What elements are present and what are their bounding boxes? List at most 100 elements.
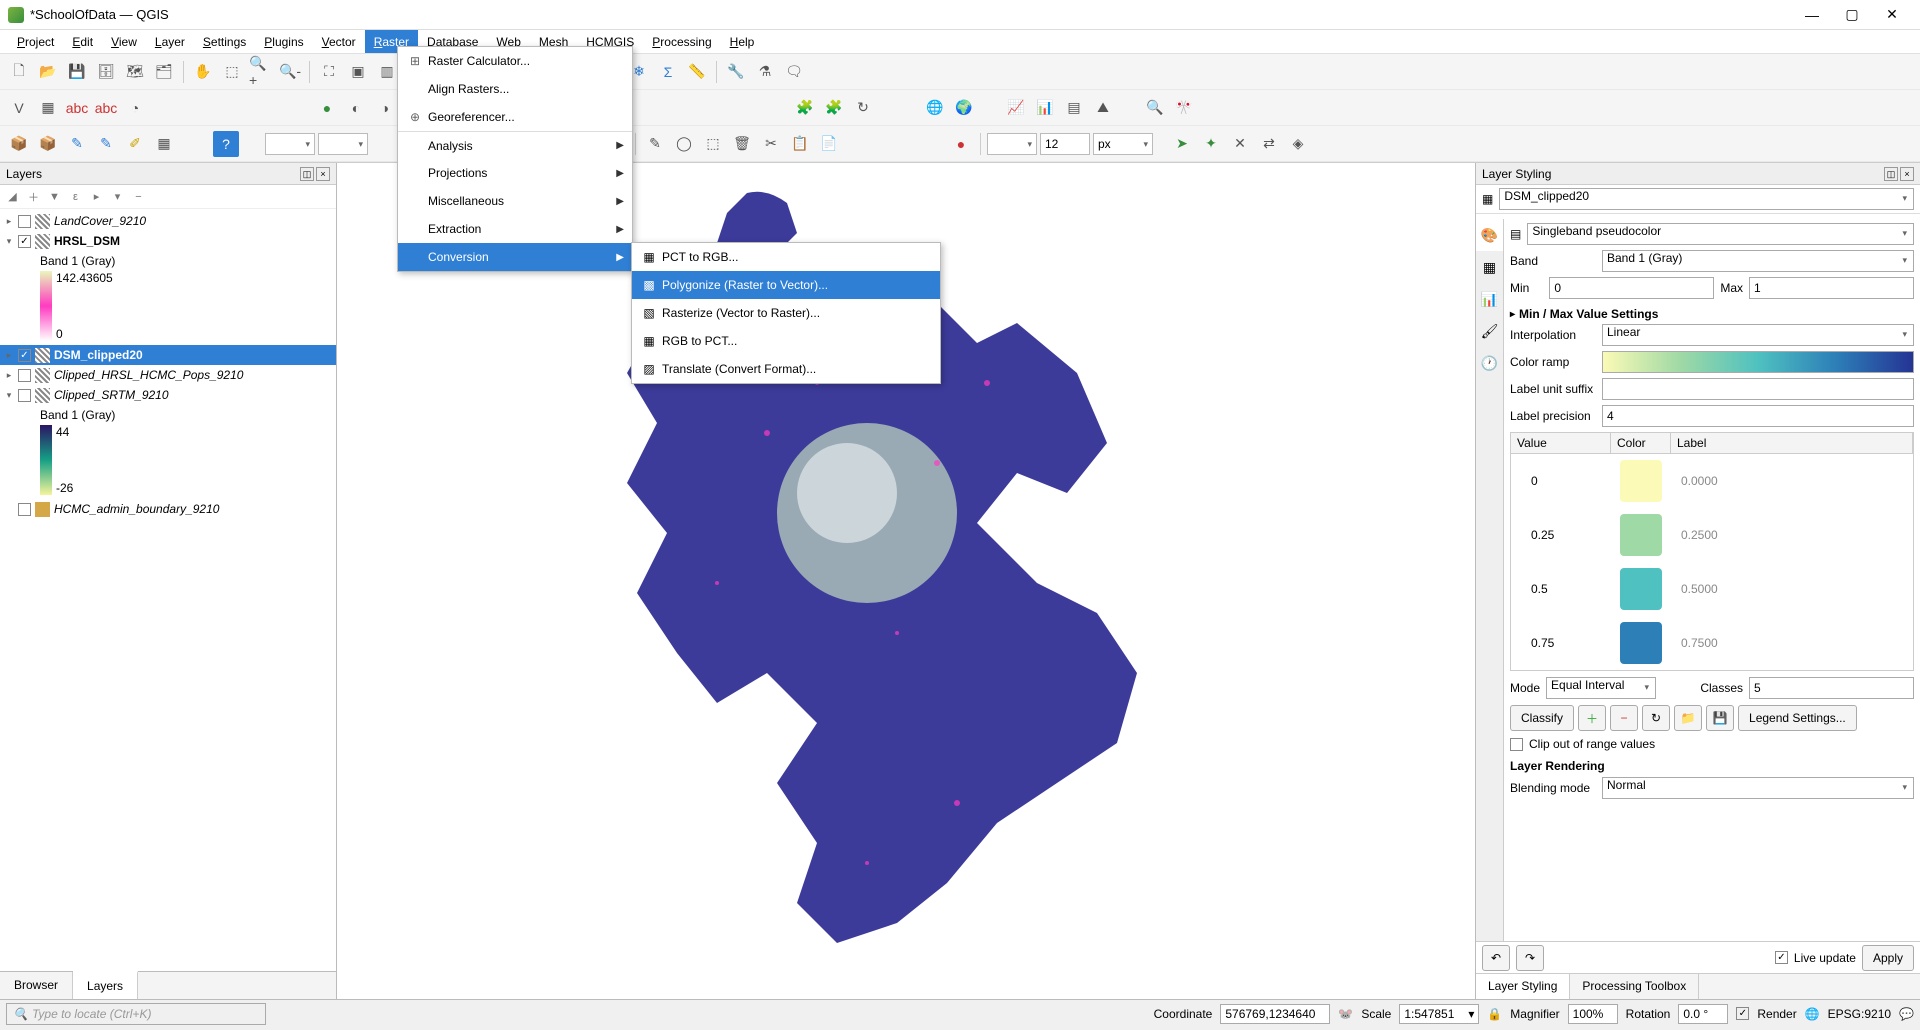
- min-input[interactable]: [1549, 277, 1714, 299]
- ramp-combo[interactable]: ▾: [1602, 351, 1914, 373]
- lt-collapse-icon[interactable]: ▾: [109, 188, 126, 205]
- pan-selection-icon[interactable]: ⬚: [219, 59, 245, 85]
- panel-close-icon[interactable]: ×: [316, 167, 330, 181]
- del-feat-icon[interactable]: 🗑: [729, 131, 755, 157]
- color-row[interactable]: 0.750.7500: [1511, 616, 1913, 670]
- label-icon[interactable]: abc: [64, 95, 90, 121]
- tab-layers[interactable]: Layers: [73, 971, 138, 999]
- menu-view[interactable]: View: [102, 30, 146, 53]
- menu-layer[interactable]: Layer: [146, 30, 194, 53]
- plugin1-icon[interactable]: 🧩: [792, 95, 818, 121]
- more-icon[interactable]: ▦: [151, 131, 177, 157]
- tab-layer-styling[interactable]: Layer Styling: [1476, 974, 1570, 999]
- conversion-pct-to-rgb-[interactable]: ▦PCT to RGB...: [632, 243, 940, 271]
- globe2-icon[interactable]: 🌍: [951, 95, 977, 121]
- menu-plugins[interactable]: Plugins: [255, 30, 312, 53]
- save-style-icon[interactable]: 💾: [1706, 705, 1734, 731]
- snap-num-input[interactable]: [1040, 133, 1090, 155]
- raster-menu-align-rasters-[interactable]: Align Rasters...: [398, 75, 632, 103]
- scale-combo[interactable]: 1:547851▾: [1399, 1004, 1479, 1024]
- crs-icon[interactable]: 🌐: [1805, 1007, 1820, 1021]
- styling-undock-icon[interactable]: ◫: [1884, 167, 1898, 181]
- layer-Clipped_SRTM_9210[interactable]: ▾Clipped_SRTM_9210: [0, 385, 336, 405]
- close-button[interactable]: ✕: [1872, 1, 1912, 29]
- combo2[interactable]: [318, 133, 368, 155]
- render-checkbox[interactable]: ✓: [1736, 1007, 1749, 1020]
- folder-icon[interactable]: 📁: [1674, 705, 1702, 731]
- locator-input[interactable]: 🔍 Type to locate (Ctrl+K): [6, 1003, 266, 1025]
- mode-combo[interactable]: Equal Interval: [1546, 677, 1656, 699]
- raster-menu-extraction[interactable]: Extraction▶: [398, 215, 632, 243]
- open-project-icon[interactable]: 📂: [35, 59, 61, 85]
- layer-DSM_clipped20[interactable]: ▸✓DSM_clipped20: [0, 345, 336, 365]
- save-as-icon[interactable]: 🗄: [93, 59, 119, 85]
- raster-menu-raster-calculator-[interactable]: ⊞Raster Calculator...: [398, 47, 632, 75]
- zoom-out-icon[interactable]: 🔍-: [277, 59, 303, 85]
- pencil1-icon[interactable]: ✎: [64, 131, 90, 157]
- cube1-icon[interactable]: 📦: [6, 131, 32, 157]
- reload-icon[interactable]: ↻: [1642, 705, 1670, 731]
- layer-Clipped_HRSL_HCMC_Pops_9210[interactable]: ▸Clipped_HRSL_HCMC_Pops_9210: [0, 365, 336, 385]
- tab-browser[interactable]: Browser: [0, 972, 73, 999]
- gps2-icon[interactable]: ✦: [1198, 131, 1224, 157]
- plugin3-icon[interactable]: ↻: [850, 95, 876, 121]
- lt-filter-icon[interactable]: ▼: [46, 188, 63, 205]
- extent-icon[interactable]: 🐭: [1338, 1007, 1353, 1021]
- sigma-icon[interactable]: Σ: [655, 59, 681, 85]
- rendering-tab-icon[interactable]: 🖌: [1476, 315, 1503, 347]
- raster-menu-analysis[interactable]: Analysis▶: [398, 131, 632, 159]
- snap-combo[interactable]: [987, 133, 1037, 155]
- zoom-full-icon[interactable]: ⛶: [316, 59, 342, 85]
- yellow1-icon[interactable]: ◐: [343, 95, 369, 121]
- vector-layer-icon[interactable]: V: [6, 95, 32, 121]
- maximize-button[interactable]: ▢: [1832, 1, 1872, 29]
- histo-icon[interactable]: ▤: [1061, 95, 1087, 121]
- styling-layer-combo[interactable]: DSM_clipped20: [1499, 188, 1914, 210]
- histogram-tab-icon[interactable]: 📊: [1476, 283, 1503, 315]
- gps5-icon[interactable]: ◈: [1285, 131, 1311, 157]
- stats-icon[interactable]: 📊: [1032, 95, 1058, 121]
- combo1[interactable]: [265, 133, 315, 155]
- red-dot-icon[interactable]: ●: [948, 131, 974, 157]
- style-undo-icon[interactable]: ↶: [1482, 945, 1510, 971]
- renderer-combo[interactable]: Singleband pseudocolor: [1527, 223, 1914, 245]
- zoom-selection-icon[interactable]: ▣: [345, 59, 371, 85]
- conversion-polygonize-raster-to-vector-[interactable]: ▩Polygonize (Raster to Vector)...: [632, 271, 940, 299]
- flag-icon[interactable]: 🎌: [1171, 95, 1197, 121]
- color-row[interactable]: 00.0000: [1511, 454, 1913, 508]
- toolbox-icon[interactable]: 🔧: [723, 59, 749, 85]
- classify-button[interactable]: Classify: [1510, 705, 1574, 731]
- label2-icon[interactable]: abc: [93, 95, 119, 121]
- add-feat-icon[interactable]: ◯: [671, 131, 697, 157]
- measure-icon[interactable]: 📏: [684, 59, 710, 85]
- pan-icon[interactable]: ✋: [190, 59, 216, 85]
- menu-project[interactable]: Project: [8, 30, 63, 53]
- tab-processing-toolbox[interactable]: Processing Toolbox: [1570, 974, 1699, 999]
- menu-processing[interactable]: Processing: [643, 30, 720, 53]
- classes-input[interactable]: [1749, 677, 1914, 699]
- interp-combo[interactable]: Linear: [1602, 324, 1914, 346]
- menu-edit[interactable]: Edit: [63, 30, 102, 53]
- symbology-tab-icon[interactable]: 🎨: [1476, 219, 1503, 251]
- menu-settings[interactable]: Settings: [194, 30, 255, 53]
- lt-expr-icon[interactable]: ε: [67, 188, 84, 205]
- gps4-icon[interactable]: ⇄: [1256, 131, 1282, 157]
- layout-manager-icon[interactable]: 🗂: [151, 59, 177, 85]
- move-feat-icon[interactable]: ⬚: [700, 131, 726, 157]
- blend-combo[interactable]: Normal: [1602, 777, 1914, 799]
- lt-remove-icon[interactable]: −: [130, 188, 147, 205]
- node-icon[interactable]: ✎: [642, 131, 668, 157]
- add-class-icon[interactable]: ＋: [1578, 705, 1606, 731]
- layer-tree[interactable]: ▸LandCover_9210▾✓HRSL_DSMBand 1 (Gray)14…: [0, 209, 336, 971]
- raster-menu-projections[interactable]: Projections▶: [398, 159, 632, 187]
- remove-class-icon[interactable]: −: [1610, 705, 1638, 731]
- transparency-tab-icon[interactable]: ▦: [1476, 251, 1503, 283]
- lock-icon[interactable]: 🔒: [1487, 1007, 1502, 1021]
- layout-icon[interactable]: 🗺: [122, 59, 148, 85]
- snap-unit-combo[interactable]: px: [1093, 133, 1153, 155]
- lt-add-icon[interactable]: ＋: [25, 188, 42, 205]
- color-row[interactable]: 0.250.2500: [1511, 508, 1913, 562]
- minmax-collapse[interactable]: Min / Max Value Settings: [1510, 304, 1914, 324]
- save-icon[interactable]: 💾: [64, 59, 90, 85]
- raster-menu-miscellaneous[interactable]: Miscellaneous▶: [398, 187, 632, 215]
